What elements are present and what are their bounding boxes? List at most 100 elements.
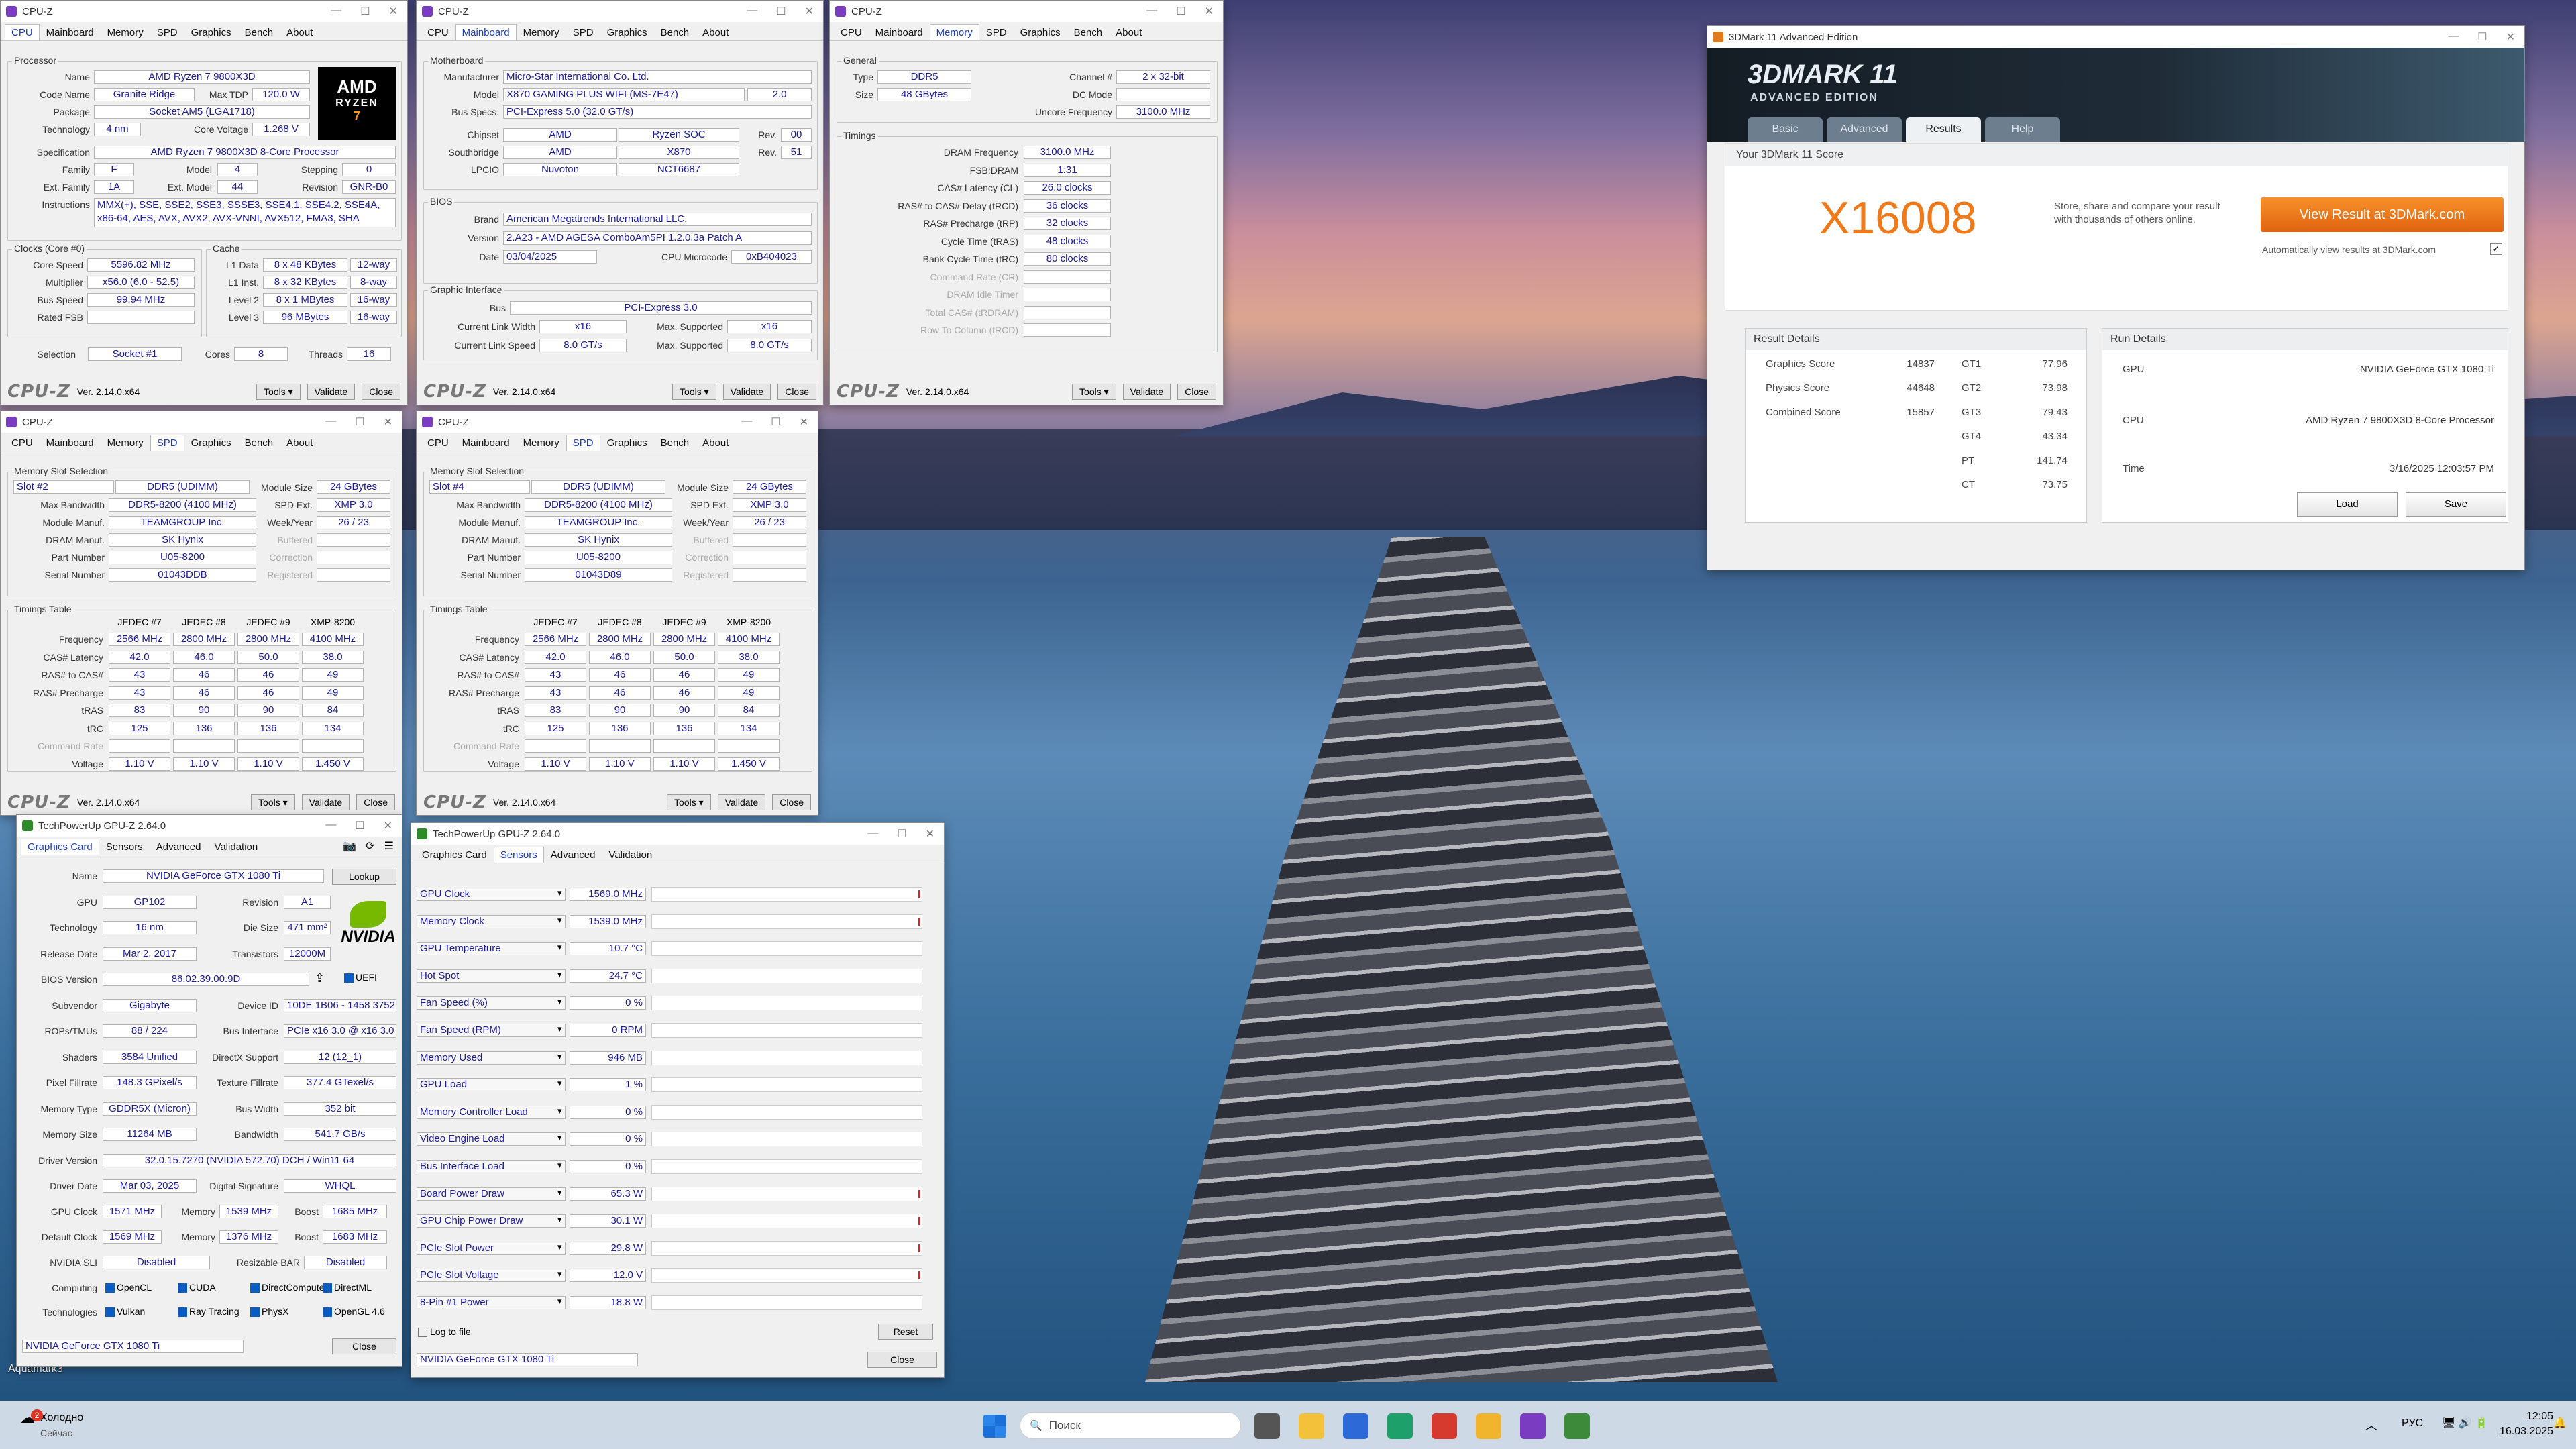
- close-icon[interactable]: ✕: [384, 415, 392, 429]
- title-bar[interactable]: 3DMark 11 Advanced Edition — ☐ ✕: [1707, 26, 2524, 48]
- tab-graphics[interactable]: Graphics: [600, 435, 654, 451]
- auto-view-checkbox[interactable]: ✓: [2490, 243, 2502, 255]
- feature-checkbox[interactable]: DirectML: [323, 1282, 372, 1293]
- minimize-icon[interactable]: —: [325, 819, 336, 833]
- close-icon[interactable]: ✕: [389, 5, 398, 18]
- feature-checkbox[interactable]: OpenGL 4.6: [323, 1306, 385, 1318]
- store-icon[interactable]: [1343, 1413, 1368, 1439]
- sensor-name[interactable]: Video Engine Load: [417, 1132, 566, 1146]
- sensor-name[interactable]: Memory Clock: [417, 914, 566, 928]
- tab-spd[interactable]: SPD: [150, 24, 184, 40]
- tab-cpu[interactable]: CPU: [421, 24, 455, 40]
- notifications-icon[interactable]: 🔔: [2553, 1416, 2567, 1430]
- tab-mainboard[interactable]: Mainboard: [455, 24, 517, 40]
- tab-memory[interactable]: Memory: [517, 435, 566, 451]
- sensor-name[interactable]: Hot Spot: [417, 969, 566, 983]
- feature-checkbox[interactable]: CUDA: [178, 1282, 216, 1293]
- view-result-button[interactable]: View Result at 3DMark.com: [2261, 197, 2504, 232]
- tab-graphics[interactable]: Graphics: [600, 24, 654, 40]
- close-button[interactable]: Close: [772, 794, 811, 810]
- tools-button[interactable]: Tools ▾: [667, 794, 711, 810]
- title-bar[interactable]: CPU-Z — ☐ ✕: [417, 1, 823, 22]
- close-button[interactable]: Close: [356, 794, 395, 810]
- save-button[interactable]: Save: [2406, 492, 2506, 517]
- refresh-icon[interactable]: ⟳: [366, 839, 374, 853]
- tab-results[interactable]: Results: [1906, 117, 1981, 142]
- tab-graphics[interactable]: Graphics: [1014, 24, 1067, 40]
- chevron-up-icon[interactable]: ︿: [2365, 1416, 2377, 1434]
- sensor-name[interactable]: Bus Interface Load: [417, 1160, 566, 1173]
- tab-sensors[interactable]: Sensors: [493, 847, 544, 863]
- tab-spd[interactable]: SPD: [566, 24, 600, 40]
- sensor-name[interactable]: GPU Load: [417, 1078, 566, 1092]
- maximize-icon[interactable]: ☐: [360, 5, 370, 18]
- tab-bench[interactable]: Bench: [1067, 24, 1110, 40]
- app-icon-yellow[interactable]: [1476, 1413, 1501, 1439]
- tab-advanced[interactable]: Advanced: [150, 839, 208, 855]
- close-button[interactable]: Close: [332, 1338, 396, 1354]
- sensor-name[interactable]: Fan Speed (%): [417, 996, 566, 1010]
- tab-mainboard[interactable]: Mainboard: [455, 435, 517, 451]
- tab-memory[interactable]: Memory: [101, 435, 150, 451]
- close-icon[interactable]: ✕: [384, 819, 392, 833]
- app-icon-red[interactable]: [1432, 1413, 1457, 1439]
- maximize-icon[interactable]: ☐: [2477, 30, 2487, 44]
- close-icon[interactable]: ✕: [800, 415, 808, 429]
- tab-graphicscard[interactable]: Graphics Card: [21, 839, 99, 855]
- log-to-file-checkbox[interactable]: Log to file: [418, 1326, 471, 1338]
- title-bar[interactable]: CPU-Z — ☐ ✕: [830, 1, 1223, 22]
- minimize-icon[interactable]: —: [331, 5, 341, 18]
- validate-button[interactable]: Validate: [307, 384, 356, 400]
- maximize-icon[interactable]: ☐: [776, 5, 786, 18]
- tab-validation[interactable]: Validation: [207, 839, 264, 855]
- tab-advanced[interactable]: Advanced: [544, 847, 602, 863]
- tab-cpu[interactable]: CPU: [421, 435, 455, 451]
- clock[interactable]: 12:05 16.03.2025: [2500, 1409, 2553, 1439]
- sensor-name[interactable]: GPU Temperature: [417, 942, 566, 956]
- sensor-name[interactable]: Memory Used: [417, 1051, 566, 1065]
- close-icon[interactable]: ✕: [805, 5, 814, 18]
- close-button[interactable]: Close: [362, 384, 400, 400]
- tab-graphics[interactable]: Graphics: [184, 24, 238, 40]
- tab-memory[interactable]: Memory: [517, 24, 566, 40]
- language-indicator[interactable]: РУС: [2402, 1417, 2423, 1430]
- minimize-icon[interactable]: —: [741, 415, 752, 429]
- feature-checkbox[interactable]: DirectCompute: [250, 1282, 324, 1293]
- start-icon[interactable]: [983, 1415, 1006, 1438]
- close-button[interactable]: Close: [1177, 384, 1216, 400]
- tab-about[interactable]: About: [1109, 24, 1148, 40]
- validate-button[interactable]: Validate: [1122, 384, 1171, 400]
- tab-about[interactable]: About: [280, 24, 319, 40]
- close-icon[interactable]: ✕: [1205, 5, 1214, 18]
- share-icon[interactable]: ⇪: [315, 971, 325, 985]
- cpuz-taskbar-icon[interactable]: [1520, 1413, 1546, 1439]
- feature-checkbox[interactable]: PhysX: [250, 1306, 288, 1318]
- tab-bench[interactable]: Bench: [238, 435, 280, 451]
- feature-checkbox[interactable]: OpenCL: [105, 1282, 152, 1293]
- minimize-icon[interactable]: —: [867, 827, 878, 841]
- tab-mainboard[interactable]: Mainboard: [40, 435, 101, 451]
- tab-basic[interactable]: Basic: [1748, 117, 1823, 142]
- reset-button[interactable]: Reset: [878, 1324, 933, 1340]
- maximize-icon[interactable]: ☐: [355, 819, 364, 833]
- title-bar[interactable]: TechPowerUp GPU-Z 2.64.0 — ☐ ✕: [411, 823, 944, 845]
- uefi-checkbox[interactable]: UEFI: [344, 972, 377, 983]
- tab-bench[interactable]: Bench: [654, 24, 696, 40]
- tools-button[interactable]: Tools ▾: [672, 384, 716, 400]
- tab-bench[interactable]: Bench: [238, 24, 280, 40]
- weather-widget[interactable]: 2 ☁ Холодно Сейчас: [20, 1409, 83, 1441]
- tab-help[interactable]: Help: [1985, 117, 2060, 142]
- tab-about[interactable]: About: [696, 435, 735, 451]
- task-view-icon[interactable]: [1254, 1413, 1280, 1439]
- minimize-icon[interactable]: —: [747, 5, 757, 18]
- maximize-icon[interactable]: ☐: [355, 415, 364, 429]
- minimize-icon[interactable]: —: [325, 415, 336, 429]
- menu-icon[interactable]: ☰: [384, 839, 394, 853]
- feature-checkbox[interactable]: Ray Tracing: [178, 1306, 239, 1318]
- sensor-name[interactable]: PCIe Slot Power: [417, 1241, 566, 1255]
- tab-memory[interactable]: Memory: [101, 24, 150, 40]
- lookup-button[interactable]: Lookup: [332, 869, 396, 885]
- tab-graphics[interactable]: Graphics: [184, 435, 238, 451]
- tab-about[interactable]: About: [696, 24, 735, 40]
- tab-spd[interactable]: SPD: [979, 24, 1014, 40]
